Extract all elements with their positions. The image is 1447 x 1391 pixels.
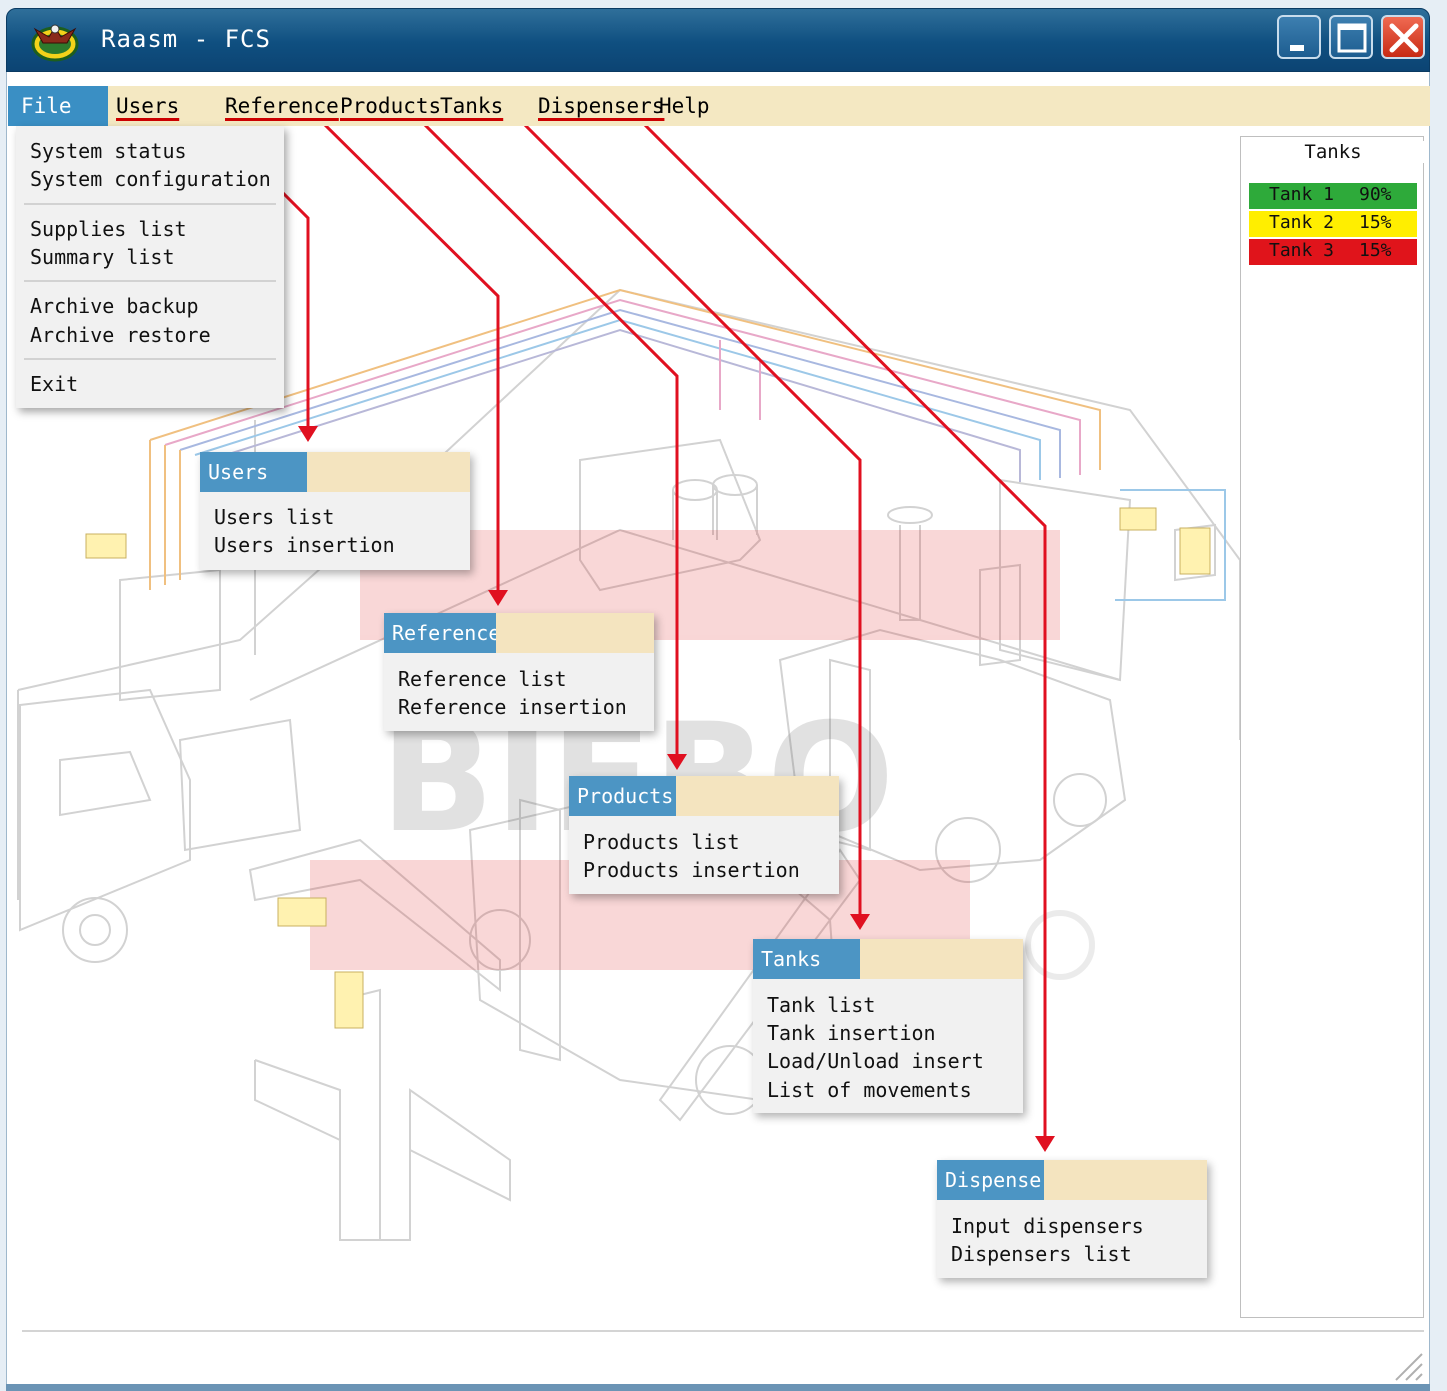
menu-item-products-list[interactable]: Products list [583, 830, 740, 854]
submenu-header-fill [860, 939, 1023, 979]
tank-status-row[interactable]: Tank 3 15% [1249, 239, 1417, 265]
file-dropdown-menu: System status System configuration Suppl… [16, 126, 284, 408]
users-submenu: Users Users list Users insertion [200, 452, 470, 570]
menu-item-reference-list[interactable]: Reference list [398, 667, 567, 691]
menu-item-users-insertion[interactable]: Users insertion [214, 533, 395, 557]
menu-item-exit[interactable]: Exit [30, 372, 78, 396]
tank-name: Tank 3 [1269, 240, 1335, 261]
menu-item-system-status[interactable]: System status [30, 139, 187, 163]
tank-status-row[interactable]: Tank 2 15% [1249, 211, 1417, 237]
submenu-header-fill [307, 452, 470, 492]
tanks-panel-title: Tanks [1241, 141, 1425, 163]
menu-products[interactable]: Products [340, 94, 441, 118]
menu-users[interactable]: Users [116, 94, 179, 118]
menu-separator [24, 280, 276, 282]
menu-item-tank-list[interactable]: Tank list [767, 993, 875, 1017]
application-window: Raasm - FCS File Users Reference Product… [0, 0, 1447, 1391]
tank-level: 90% [1359, 184, 1392, 205]
menu-item-archive-restore[interactable]: Archive restore [30, 323, 211, 347]
menu-item-input-dispensers[interactable]: Input dispensers [951, 1214, 1144, 1238]
tanks-submenu: Tanks Tank list Tank insertion Load/Unlo… [753, 939, 1023, 1113]
menu-file[interactable]: File [8, 86, 108, 126]
submenu-header-fill [1044, 1160, 1207, 1200]
status-bar-divider [22, 1330, 1424, 1332]
dispensers-submenu-title: Dispensers [937, 1160, 1065, 1200]
menu-item-load-unload-insert[interactable]: Load/Unload insert [767, 1049, 984, 1073]
reference-submenu: Reference Reference list Reference inser… [384, 613, 654, 731]
tank-name: Tank 2 [1269, 212, 1335, 233]
menu-separator [24, 203, 276, 205]
menu-item-tank-insertion[interactable]: Tank insertion [767, 1021, 936, 1045]
products-submenu-body: Products list Products insertion [569, 816, 839, 894]
resize-grip-icon[interactable] [1392, 1350, 1424, 1382]
menu-separator [24, 358, 276, 360]
menu-reference[interactable]: Reference [225, 94, 339, 118]
tank-level: 15% [1359, 212, 1392, 233]
menu-item-dispensers-list[interactable]: Dispensers list [951, 1242, 1132, 1266]
products-submenu-title: Products [569, 776, 676, 816]
products-submenu: Products Products list Products insertio… [569, 776, 839, 894]
menu-item-reference-insertion[interactable]: Reference insertion [398, 695, 627, 719]
submenu-header-fill [496, 613, 654, 653]
tanks-submenu-title: Tanks [753, 939, 860, 979]
tanks-status-panel: Tanks Tank 1 90% Tank 2 15% Tank 3 15% [1240, 136, 1425, 1318]
tanks-submenu-body: Tank list Tank insertion Load/Unload ins… [753, 979, 1023, 1113]
menu-dispensers[interactable]: Dispensers [538, 94, 664, 118]
tank-name: Tank 1 [1269, 184, 1335, 205]
reference-submenu-title: Reference [384, 613, 500, 653]
reference-submenu-body: Reference list Reference insertion [384, 653, 654, 731]
menu-item-supplies-list[interactable]: Supplies list [30, 217, 187, 241]
menu-item-list-of-movements[interactable]: List of movements [767, 1078, 972, 1102]
menu-help[interactable]: Help [659, 94, 710, 118]
submenu-header-fill [676, 776, 839, 816]
dispensers-submenu-body: Input dispensers Dispensers list [937, 1200, 1207, 1278]
menu-item-users-list[interactable]: Users list [214, 505, 334, 529]
dispensers-submenu: Dispensers Input dispensers Dispensers l… [937, 1160, 1207, 1278]
tank-status-row[interactable]: Tank 1 90% [1249, 183, 1417, 209]
menu-item-archive-backup[interactable]: Archive backup [30, 294, 199, 318]
users-submenu-title: Users [200, 452, 307, 492]
users-submenu-body: Users list Users insertion [200, 492, 470, 570]
menu-item-products-insertion[interactable]: Products insertion [583, 858, 800, 882]
menu-bar [8, 86, 1430, 126]
menu-item-summary-list[interactable]: Summary list [30, 245, 175, 269]
tank-level: 15% [1359, 240, 1392, 261]
menu-item-system-configuration[interactable]: System configuration [30, 167, 271, 191]
menu-tanks[interactable]: Tanks [440, 94, 503, 118]
